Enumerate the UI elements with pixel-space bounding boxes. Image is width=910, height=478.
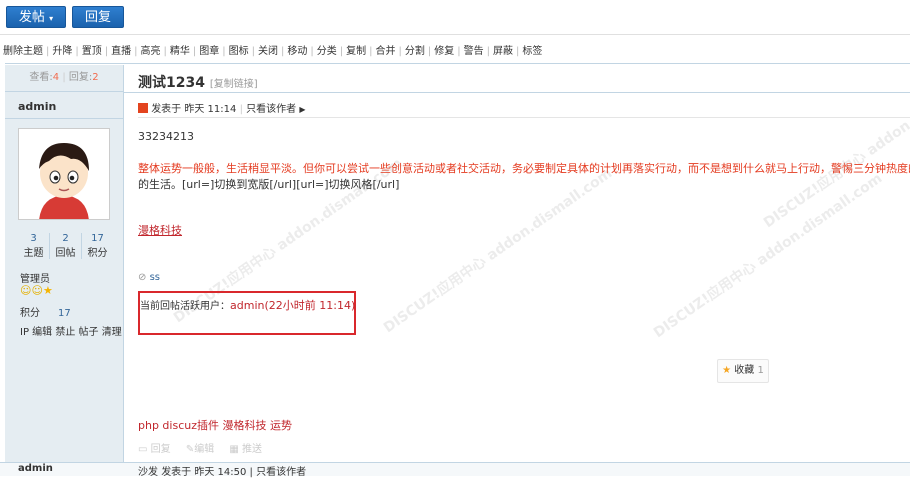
post-meta: 发表于 昨天 11:14 | 只看该作者 ▶ — [138, 100, 305, 115]
edit-action[interactable]: ✎编辑 — [186, 444, 214, 455]
edit-action-label: 编辑 — [194, 444, 215, 455]
toolbar-item[interactable]: 置顶 — [79, 42, 105, 57]
divider — [0, 34, 910, 35]
post-button[interactable]: 发帖 ▾ — [6, 6, 66, 28]
views-count: 4 — [52, 72, 60, 83]
posts-count: 2 — [62, 233, 69, 244]
divider — [124, 92, 910, 93]
toolbar-item[interactable]: 合并 — [373, 42, 399, 57]
divider — [138, 117, 910, 118]
moderation-toolbar: 删除主题 | 升降 | 置顶 | 直播 | 高亮 | 精华 | 图章 | 图标 | 关闭 | 移动 | 分类 | 复制 | 合并… — [0, 42, 910, 58]
play-arrow-icon: ▶ — [299, 105, 306, 114]
reply-label: 回复 — [84, 10, 111, 25]
rank-stars-icon: ☺☺★ — [20, 284, 53, 297]
edit-icon: ✎ — [185, 444, 195, 455]
copy-link[interactable]: [复制链接] — [210, 79, 258, 90]
threads-label: 主题 — [23, 248, 44, 259]
credit-value: 17 — [58, 308, 71, 319]
next-post: admin 沙发 发表于 昨天 14:50 | 只看该作者 — [0, 462, 910, 478]
divider — [5, 63, 910, 64]
active-user-link[interactable]: admin(22小时前 11:14) — [230, 299, 355, 312]
admin-links[interactable]: IP 编辑 禁止 帖子 清理 — [20, 323, 122, 338]
avatar-image — [19, 129, 109, 221]
toolbar-item[interactable]: 精华 — [167, 42, 193, 57]
credit-label: 积分 — [20, 308, 40, 319]
watermark: DISCUZ!应用中心 addon.dismall.com — [650, 170, 886, 342]
watermark: DISCUZ!应用中心 addon.dismall.com — [380, 165, 616, 337]
online-status-icon — [138, 103, 148, 113]
post-line-2: 整体运势一般般，生活稍显平淡。但你可以尝试一些创意活动或者社交活动，务必要制定具… — [138, 162, 910, 175]
toolbar-item[interactable]: 分类 — [314, 42, 340, 57]
avatar[interactable] — [18, 128, 110, 221]
push-action-label: 推送 — [242, 444, 263, 455]
views-label: 查看: — [29, 72, 53, 83]
next-post-floor: 沙发 — [138, 467, 158, 478]
toolbar-item[interactable]: 高亮 — [138, 42, 164, 57]
post-line-1: 33234213 — [138, 130, 194, 143]
toolbar-item[interactable]: 图标 — [226, 42, 252, 57]
tag-label: ss — [149, 272, 160, 283]
dropdown-arrow-icon: ▾ — [49, 14, 54, 23]
active-users: 当前回帖活跃用户：admin(22小时前 11:14) — [140, 297, 355, 313]
push-icon: ▦ — [229, 444, 239, 455]
post-time: 发表于 昨天 11:14 — [151, 104, 237, 115]
toolbar-item[interactable]: 复制 — [343, 42, 369, 57]
divider — [5, 118, 123, 119]
reply-icon: ▭ — [138, 444, 148, 455]
user-stats: 3 主题 2 回帖 17 积分 — [18, 233, 113, 259]
user-group[interactable]: 管理员 — [20, 270, 50, 285]
toolbar-item[interactable]: 直播 — [108, 42, 134, 57]
toolbar-item[interactable]: 删除主题 — [0, 42, 46, 57]
post-label: 发帖 — [18, 10, 45, 25]
toolbar-item[interactable]: 图章 — [196, 42, 222, 57]
toolbar-item[interactable]: 关闭 — [255, 42, 281, 57]
only-author-link[interactable]: 只看该作者 — [246, 104, 296, 115]
next-post-meta: 沙发 发表于 昨天 14:50 | 只看该作者 — [138, 463, 306, 478]
push-action[interactable]: ▦ 推送 — [229, 444, 262, 455]
favorite-button[interactable]: ★ 收藏 1 — [717, 359, 769, 383]
next-post-meta-text: 发表于 昨天 14:50 | 只看该作者 — [161, 467, 307, 478]
credit-row: 积分 17 — [20, 304, 71, 319]
replies-count: 2 — [92, 72, 99, 83]
toolbar-item[interactable]: 升降 — [49, 42, 75, 57]
post-tags[interactable]: php discuz插件 漫格科技 运势 — [138, 417, 292, 433]
tag[interactable]: ⊘ ss — [138, 272, 160, 283]
threads-stat[interactable]: 3 主题 — [18, 233, 49, 259]
toolbar-item[interactable]: 修复 — [431, 42, 457, 57]
credits-count: 17 — [91, 233, 104, 244]
post-actions: ▭ 回复 ✎编辑 ▦ 推送 — [138, 440, 262, 455]
reply-action[interactable]: ▭ 回复 — [138, 444, 171, 455]
replies-label: 回复: — [68, 72, 93, 83]
thread-stats: 查看:4 | 回复:2 — [5, 65, 123, 92]
star-icon: ★ — [722, 365, 732, 376]
posts-stat[interactable]: 2 回帖 — [49, 233, 82, 259]
favorite-count: 1 — [757, 365, 764, 376]
credits-label: 积分 — [87, 248, 108, 259]
tag-icon: ⊘ — [138, 272, 147, 283]
author-name[interactable]: admin — [18, 100, 56, 113]
next-post-author[interactable]: admin — [18, 463, 53, 474]
toolbar-item[interactable]: 屏蔽 — [490, 42, 516, 57]
favorite-label: 收藏 — [734, 365, 755, 376]
posts-label: 回帖 — [55, 248, 76, 259]
toolbar-item[interactable]: 警告 — [461, 42, 487, 57]
post-line-3: 的生活。[url=]切换到宽版[/url][url=]切换风格[/url] — [138, 178, 400, 191]
post-link[interactable]: 漫格科技 — [138, 222, 182, 238]
toolbar-item[interactable]: 标签 — [519, 42, 545, 57]
thread-title-text: 测试1234 — [138, 75, 205, 91]
reply-action-label: 回复 — [150, 444, 171, 455]
credits-stat[interactable]: 17 积分 — [82, 233, 113, 259]
reply-button[interactable]: 回复 — [72, 6, 124, 28]
active-label: 当前回帖活跃用户： — [140, 301, 230, 312]
toolbar-item[interactable]: 移动 — [284, 42, 310, 57]
threads-count: 3 — [30, 233, 37, 244]
toolbar-item[interactable]: 分割 — [402, 42, 428, 57]
thread-title: 测试1234 [复制链接] — [138, 72, 258, 92]
